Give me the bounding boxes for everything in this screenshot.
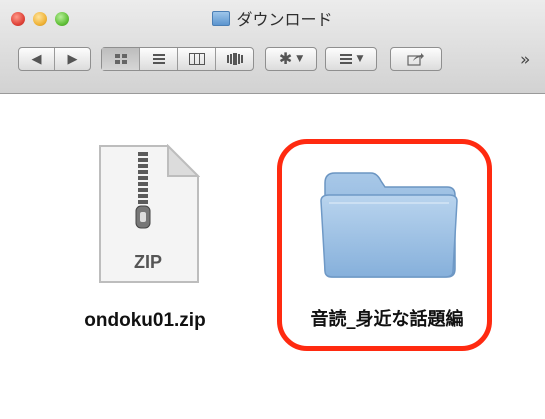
zip-archive-icon: ZIP bbox=[90, 143, 201, 288]
list-view-icon bbox=[152, 54, 165, 64]
icon-view-button[interactable] bbox=[102, 48, 140, 70]
window-title-group: ダウンロード bbox=[0, 6, 545, 30]
finder-window: ダウンロード ◀ ▶ ✱ ▼ ▼ » ZIP ondoku01.zip 音読_身… bbox=[0, 0, 545, 419]
column-view-button[interactable] bbox=[178, 48, 216, 70]
gear-icon: ✱ bbox=[278, 49, 293, 68]
back-arrow-icon: ◀ bbox=[31, 51, 42, 67]
highlight-annotation bbox=[277, 139, 492, 351]
back-button[interactable]: ◀ bbox=[19, 48, 55, 70]
window-title: ダウンロード bbox=[236, 10, 333, 29]
arrange-menu-button[interactable]: ▼ bbox=[325, 47, 377, 71]
list-view-button[interactable] bbox=[140, 48, 178, 70]
zip-badge: ZIP bbox=[134, 252, 162, 272]
chevron-down-icon: ▼ bbox=[356, 53, 364, 64]
chevron-down-icon: ▼ bbox=[296, 53, 304, 64]
view-mode-group bbox=[101, 47, 254, 71]
file-browser-content: ZIP ondoku01.zip 音読_身近な話題編 bbox=[0, 94, 545, 419]
icon-view-icon bbox=[114, 54, 127, 64]
column-view-icon bbox=[188, 53, 205, 65]
file-name: ondoku01.zip bbox=[84, 310, 206, 331]
coverflow-view-button[interactable] bbox=[216, 48, 253, 70]
titlebar: ダウンロード ◀ ▶ ✱ ▼ ▼ » bbox=[0, 0, 545, 94]
title-folder-icon bbox=[212, 11, 231, 26]
action-menu-button[interactable]: ✱ ▼ bbox=[265, 47, 317, 71]
forward-arrow-icon: ▶ bbox=[67, 51, 78, 67]
back-forward-group: ◀ ▶ bbox=[18, 47, 91, 71]
arrange-icon bbox=[339, 54, 352, 64]
forward-button[interactable]: ▶ bbox=[55, 48, 90, 70]
share-icon bbox=[407, 53, 424, 66]
toolbar-overflow-button[interactable]: » bbox=[520, 50, 530, 70]
coverflow-view-icon bbox=[226, 53, 243, 65]
share-button[interactable] bbox=[390, 47, 442, 71]
